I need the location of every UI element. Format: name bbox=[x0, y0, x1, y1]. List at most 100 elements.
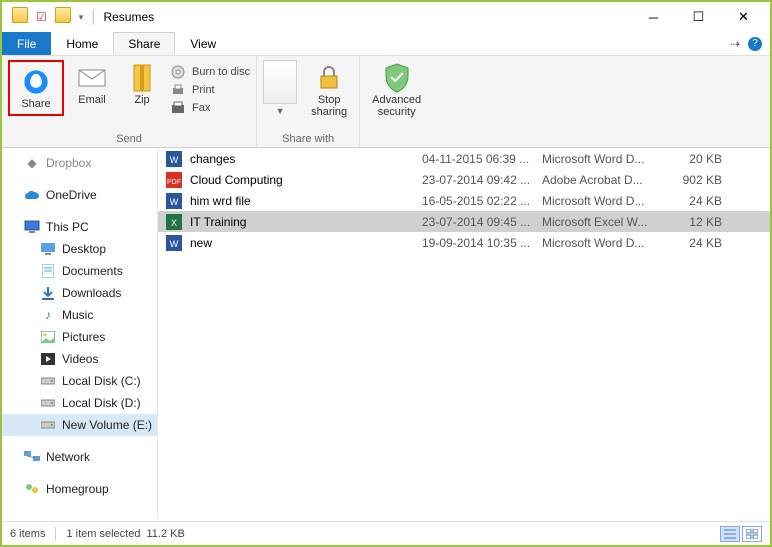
titlebar: ☑ ▾ | Resumes ─ ☐ ✕ bbox=[2, 2, 770, 32]
file-type-icon: W bbox=[166, 151, 182, 167]
share-icon bbox=[20, 66, 52, 98]
minimize-ribbon-icon[interactable]: ⇢ bbox=[730, 37, 740, 51]
status-selected-count: 1 item selected bbox=[66, 528, 140, 540]
stop-sharing-button[interactable]: Stop sharing bbox=[305, 60, 353, 120]
burn-to-disc-button[interactable]: Burn to disc bbox=[170, 64, 250, 80]
sidebar-item-new-volume-e[interactable]: New Volume (E:) bbox=[2, 414, 157, 436]
share-with-group-label: Share with bbox=[282, 133, 334, 145]
print-button[interactable]: Print bbox=[170, 82, 250, 98]
svg-text:X: X bbox=[171, 218, 177, 228]
content-area: ◆Dropbox OneDrive This PC Desktop Docume… bbox=[2, 148, 770, 518]
file-name: changes bbox=[190, 152, 422, 166]
dropbox-icon: ◆ bbox=[24, 155, 40, 171]
svg-text:W: W bbox=[170, 155, 179, 165]
zip-icon bbox=[126, 62, 158, 94]
file-name: IT Training bbox=[190, 215, 422, 229]
tab-file[interactable]: File bbox=[2, 32, 51, 55]
file-date: 16-05-2015 02:22 ... bbox=[422, 194, 542, 208]
share-button[interactable]: Share bbox=[8, 60, 64, 116]
sidebar-item-onedrive[interactable]: OneDrive bbox=[2, 184, 157, 206]
file-size: 24 KB bbox=[672, 194, 732, 208]
downloads-icon bbox=[40, 285, 56, 301]
sidebar-item-music[interactable]: ♪Music bbox=[2, 304, 157, 326]
sidebar-item-local-c[interactable]: Local Disk (C:) bbox=[2, 370, 157, 392]
pictures-icon bbox=[40, 329, 56, 345]
music-icon: ♪ bbox=[40, 307, 56, 323]
fax-button[interactable]: Fax bbox=[170, 100, 250, 116]
qat-folder-icon[interactable] bbox=[55, 7, 71, 28]
view-details-button[interactable] bbox=[720, 526, 740, 542]
chevron-down-icon[interactable]: ▼ bbox=[276, 106, 285, 116]
maximize-button[interactable]: ☐ bbox=[676, 3, 721, 31]
file-date: 04-11-2015 06:39 ... bbox=[422, 152, 542, 166]
close-button[interactable]: ✕ bbox=[721, 3, 766, 31]
sidebar-item-thispc[interactable]: This PC bbox=[2, 216, 157, 238]
ribbon-tabs: File Home Share View ⇢ ? bbox=[2, 32, 770, 56]
file-type-icon: W bbox=[166, 193, 182, 209]
tab-home[interactable]: Home bbox=[51, 32, 113, 55]
minimize-button[interactable]: ─ bbox=[631, 3, 676, 31]
file-type-icon: PDF bbox=[166, 172, 182, 188]
file-row[interactable]: Wchanges04-11-2015 06:39 ...Microsoft Wo… bbox=[158, 148, 770, 169]
drive-icon bbox=[40, 417, 56, 433]
file-type: Microsoft Word D... bbox=[542, 236, 672, 250]
documents-icon bbox=[40, 263, 56, 279]
status-selected-size: 11.2 KB bbox=[146, 528, 184, 540]
file-size: 902 KB bbox=[672, 173, 732, 187]
onedrive-icon bbox=[24, 187, 40, 203]
explorer-window: ☑ ▾ | Resumes ─ ☐ ✕ File Home Share View… bbox=[0, 0, 772, 547]
sidebar-item-videos[interactable]: Videos bbox=[2, 348, 157, 370]
sidebar-item-downloads[interactable]: Downloads bbox=[2, 282, 157, 304]
qat-dropdown-icon[interactable]: ▾ bbox=[79, 12, 84, 23]
computer-icon bbox=[24, 219, 40, 235]
file-row[interactable]: PDF Cloud Computing23-07-2014 09:42 ...Ad… bbox=[158, 169, 770, 190]
drive-icon bbox=[40, 395, 56, 411]
svg-text:W: W bbox=[170, 197, 179, 207]
share-with-gallery[interactable] bbox=[263, 60, 297, 104]
tab-share[interactable]: Share bbox=[113, 32, 175, 55]
view-thumbnails-button[interactable] bbox=[742, 526, 762, 542]
network-icon bbox=[24, 449, 40, 465]
status-bar: 6 items 1 item selected 11.2 KB bbox=[2, 521, 770, 545]
qat-check-icon[interactable]: ☑ bbox=[36, 10, 47, 24]
lock-icon bbox=[313, 62, 345, 94]
sidebar-item-network[interactable]: Network bbox=[2, 446, 157, 468]
tab-view[interactable]: View bbox=[175, 32, 231, 55]
file-row[interactable]: Wnew19-09-2014 10:35 ...Microsoft Word D… bbox=[158, 232, 770, 253]
window-title: Resumes bbox=[103, 10, 154, 24]
sidebar-item-dropbox[interactable]: ◆Dropbox bbox=[2, 152, 157, 174]
shield-icon bbox=[381, 62, 413, 94]
file-date: 23-07-2014 09:42 ... bbox=[422, 173, 542, 187]
file-name: new bbox=[190, 236, 422, 250]
sidebar-item-homegroup[interactable]: Homegroup bbox=[2, 478, 157, 500]
file-type-icon: X bbox=[166, 214, 182, 230]
file-row[interactable]: XIT Training23-07-2014 09:45 ...Microsof… bbox=[158, 211, 770, 232]
email-button[interactable]: Email bbox=[70, 60, 114, 108]
file-size: 20 KB bbox=[672, 152, 732, 166]
file-name: Cloud Computing bbox=[190, 173, 422, 187]
file-size: 12 KB bbox=[672, 215, 732, 229]
ribbon: Share Email Zip Burn to disc bbox=[2, 56, 770, 148]
file-size: 24 KB bbox=[672, 236, 732, 250]
sidebar-item-documents[interactable]: Documents bbox=[2, 260, 157, 282]
file-type: Adobe Acrobat D... bbox=[542, 173, 672, 187]
help-icon[interactable]: ? bbox=[748, 37, 762, 51]
navigation-pane[interactable]: ◆Dropbox OneDrive This PC Desktop Docume… bbox=[2, 148, 158, 518]
svg-text:PDF: PDF bbox=[167, 179, 181, 186]
status-item-count: 6 items bbox=[10, 528, 45, 540]
send-group-label: Send bbox=[116, 133, 142, 145]
sidebar-item-desktop[interactable]: Desktop bbox=[2, 238, 157, 260]
svg-text:W: W bbox=[170, 239, 179, 249]
zip-button[interactable]: Zip bbox=[120, 60, 164, 108]
advanced-security-button[interactable]: Advanced security bbox=[366, 60, 427, 120]
file-type-icon: W bbox=[166, 235, 182, 251]
sidebar-item-pictures[interactable]: Pictures bbox=[2, 326, 157, 348]
file-row[interactable]: Whim wrd file16-05-2015 02:22 ...Microso… bbox=[158, 190, 770, 211]
file-type: Microsoft Excel W... bbox=[542, 215, 672, 229]
sidebar-item-local-d[interactable]: Local Disk (D:) bbox=[2, 392, 157, 414]
drive-icon bbox=[40, 373, 56, 389]
file-list[interactable]: Wchanges04-11-2015 06:39 ... Microsoft Wo… bbox=[158, 148, 770, 518]
desktop-icon bbox=[40, 241, 56, 257]
homegroup-icon bbox=[24, 481, 40, 497]
file-name: him wrd file bbox=[190, 194, 422, 208]
